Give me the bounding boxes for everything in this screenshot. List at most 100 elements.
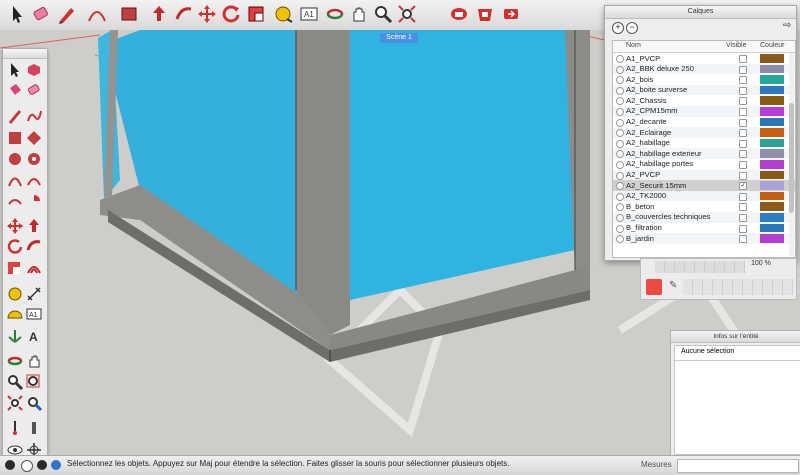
layer-row[interactable]: A2_habillage portes bbox=[613, 159, 795, 170]
layer-row[interactable]: A2_Eclairage bbox=[613, 127, 795, 138]
layer-row[interactable]: A2_PVCP bbox=[613, 169, 795, 181]
layer-color-swatch[interactable] bbox=[760, 106, 784, 116]
rotated-rectangle-icon[interactable] bbox=[25, 129, 43, 147]
layer-color-swatch[interactable] bbox=[760, 202, 784, 211]
move-icon[interactable] bbox=[6, 217, 24, 235]
arc-icon[interactable] bbox=[86, 3, 108, 25]
layer-row[interactable]: A2_habillage bbox=[613, 138, 795, 149]
push-pull-icon[interactable] bbox=[25, 217, 43, 235]
layer-row[interactable]: B_beton bbox=[613, 201, 795, 212]
layer-visible-checkbox[interactable] bbox=[739, 150, 747, 159]
layer-visible-checkbox[interactable] bbox=[739, 97, 747, 106]
zoom-icon[interactable] bbox=[6, 373, 24, 391]
share-icon[interactable] bbox=[500, 3, 522, 25]
layer-color-swatch[interactable] bbox=[760, 128, 784, 137]
three-point-arc-icon[interactable] bbox=[6, 192, 24, 210]
active-layer-radio[interactable] bbox=[616, 171, 624, 180]
select-icon[interactable] bbox=[6, 3, 28, 25]
pencil-icon[interactable] bbox=[56, 3, 78, 25]
polygon-icon[interactable] bbox=[25, 150, 43, 168]
layer-row[interactable]: A2_CPM15mm bbox=[613, 105, 795, 117]
tape-measure-icon[interactable] bbox=[272, 3, 294, 25]
layer-row[interactable]: A2_BBK deluxe 250 bbox=[613, 63, 795, 75]
active-layer-radio[interactable] bbox=[616, 65, 624, 74]
layer-visible-checkbox[interactable] bbox=[739, 213, 747, 222]
zoom-extents-icon[interactable] bbox=[6, 394, 24, 412]
layer-scrollbar-thumb[interactable] bbox=[789, 103, 794, 213]
layer-visible-checkbox[interactable] bbox=[739, 224, 747, 233]
eraser-icon[interactable] bbox=[30, 3, 52, 25]
layer-row[interactable]: A2_Securit 15mm ✓ bbox=[613, 180, 795, 191]
pencil-icon[interactable] bbox=[6, 107, 24, 125]
layer-scrollbar[interactable] bbox=[789, 53, 794, 256]
layer-visible-checkbox[interactable] bbox=[739, 118, 747, 127]
layer-color-swatch[interactable] bbox=[760, 223, 784, 233]
rectangle-icon[interactable] bbox=[6, 129, 24, 147]
rectangle-icon[interactable] bbox=[118, 3, 140, 25]
eraser-icon[interactable] bbox=[25, 81, 43, 99]
circle-icon[interactable] bbox=[6, 150, 24, 168]
layer-visible-checkbox[interactable] bbox=[739, 129, 747, 138]
active-layer-radio[interactable] bbox=[616, 150, 624, 159]
layer-visible-checkbox[interactable] bbox=[739, 203, 747, 212]
follow-me-icon[interactable] bbox=[173, 3, 195, 25]
move-icon[interactable] bbox=[196, 3, 218, 25]
position-camera-icon[interactable] bbox=[6, 419, 24, 437]
layer-row[interactable]: A2_TK2000 bbox=[613, 190, 795, 202]
layer-visible-checkbox[interactable] bbox=[739, 76, 747, 85]
column-visible[interactable]: Visible bbox=[726, 42, 747, 49]
layer-color-swatch[interactable] bbox=[760, 138, 784, 148]
make-component-icon[interactable] bbox=[25, 61, 43, 79]
layer-color-swatch[interactable] bbox=[760, 149, 784, 158]
layer-color-swatch[interactable] bbox=[760, 191, 784, 201]
walk-icon[interactable] bbox=[25, 419, 43, 437]
freehand-icon[interactable] bbox=[25, 107, 43, 125]
layer-details-icon[interactable]: ⇨ bbox=[783, 21, 793, 31]
previous-view-icon[interactable] bbox=[25, 394, 43, 412]
layer-row[interactable]: A2_habillage exterieur bbox=[613, 148, 795, 159]
user-icon[interactable] bbox=[37, 460, 47, 470]
arc-icon[interactable] bbox=[6, 171, 24, 189]
active-layer-radio[interactable] bbox=[616, 107, 624, 116]
layer-color-swatch[interactable] bbox=[760, 212, 784, 222]
layer-row[interactable]: A2_Chassis bbox=[613, 95, 795, 106]
active-layer-radio[interactable] bbox=[616, 224, 624, 233]
warehouse-icon[interactable] bbox=[448, 3, 470, 25]
layer-color-swatch[interactable] bbox=[760, 64, 784, 74]
layer-color-swatch[interactable] bbox=[760, 75, 784, 84]
measures-input[interactable] bbox=[677, 459, 799, 473]
material-swatch-row[interactable] bbox=[655, 261, 745, 273]
layer-row[interactable]: B_couvercles techniques bbox=[613, 211, 795, 223]
scene-tab[interactable]: Scène 1 bbox=[380, 33, 418, 43]
delete-layer-button[interactable]: − bbox=[626, 22, 638, 34]
layer-visible-checkbox[interactable] bbox=[739, 139, 747, 148]
eyedropper-icon[interactable]: ✎ bbox=[669, 280, 679, 292]
layer-color-swatch[interactable] bbox=[760, 117, 784, 127]
active-layer-radio[interactable] bbox=[616, 235, 624, 244]
current-material-swatch[interactable] bbox=[646, 279, 662, 295]
two-point-arc-icon[interactable] bbox=[25, 171, 43, 189]
active-layer-radio[interactable] bbox=[616, 86, 624, 95]
layer-color-swatch[interactable] bbox=[760, 181, 784, 190]
layer-visible-checkbox[interactable] bbox=[739, 160, 747, 169]
layer-visible-checkbox[interactable] bbox=[739, 235, 747, 244]
protractor-icon[interactable] bbox=[6, 305, 24, 323]
active-layer-radio[interactable] bbox=[616, 160, 624, 169]
axes-icon[interactable] bbox=[6, 327, 24, 345]
active-layer-radio[interactable] bbox=[616, 192, 624, 201]
layer-row[interactable]: A2_bois bbox=[613, 74, 795, 85]
offset-icon[interactable] bbox=[25, 259, 43, 277]
active-layer-radio[interactable] bbox=[616, 213, 624, 222]
column-color[interactable]: Couleur bbox=[760, 42, 785, 49]
geolocation-icon[interactable] bbox=[5, 460, 15, 470]
zoom-icon[interactable] bbox=[372, 3, 394, 25]
zoom-extents-icon[interactable] bbox=[396, 3, 418, 25]
dimension-icon[interactable] bbox=[25, 285, 43, 303]
3d-text-icon[interactable]: A bbox=[25, 327, 43, 345]
pan-icon[interactable] bbox=[25, 352, 43, 370]
pan-icon[interactable] bbox=[348, 3, 370, 25]
pie-icon[interactable] bbox=[25, 192, 43, 210]
add-layer-button[interactable]: + bbox=[612, 22, 624, 34]
layer-visible-checkbox[interactable] bbox=[739, 65, 747, 74]
layer-visible-checkbox[interactable] bbox=[739, 55, 747, 63]
